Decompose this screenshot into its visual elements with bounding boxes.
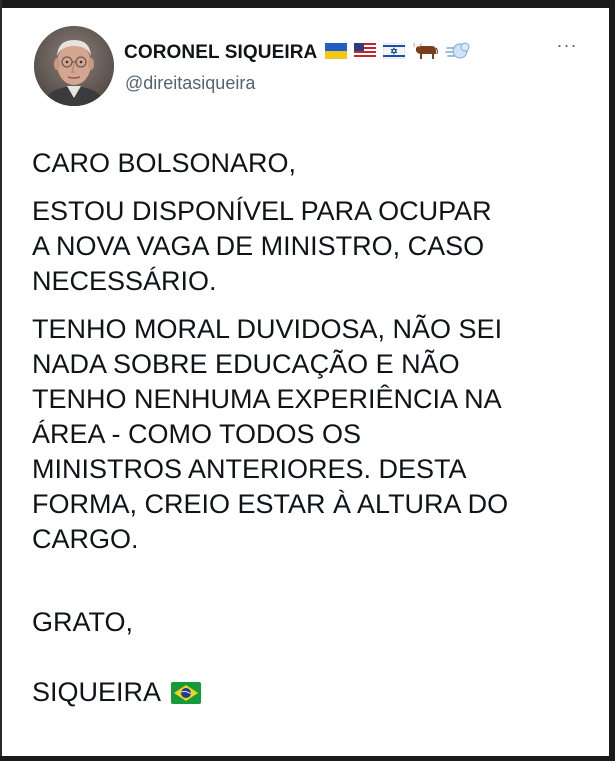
tweet-paragraph: TENHO MORAL DUVIDOSA, NÃO SEI NADA SOBRE… bbox=[32, 314, 509, 554]
tweet-text: CARO BOLSONARO, ESTOU DISPONÍVEL PARA OC… bbox=[32, 146, 592, 761]
screenshot-frame-right bbox=[609, 0, 615, 761]
avatar[interactable] bbox=[34, 26, 114, 106]
display-name[interactable]: CORONEL SIQUEIRA bbox=[124, 42, 317, 64]
ox-icon bbox=[412, 41, 439, 65]
more-options-button[interactable]: ··· bbox=[554, 36, 580, 60]
ukraine-flag-icon bbox=[325, 42, 348, 64]
user-handle[interactable]: @direitasiqueira bbox=[125, 73, 255, 94]
tweet-closing: GRATO, bbox=[32, 607, 134, 637]
dash-away-icon bbox=[445, 41, 471, 66]
israel-flag-icon bbox=[383, 42, 406, 64]
tweet-signature: SIQUEIRA bbox=[32, 677, 162, 707]
tweet-signature-line: SIQUEIRA bbox=[32, 675, 592, 713]
name-badges bbox=[325, 41, 471, 66]
brazil-flag-icon bbox=[171, 678, 202, 713]
name-row: CORONEL SIQUEIRA bbox=[124, 38, 471, 68]
screenshot-frame-top bbox=[0, 0, 615, 8]
tweet-closing-block: GRATO, SIQUEIRA bbox=[32, 570, 592, 748]
tweet-card: CORONEL SIQUEIRA ··· @direitasiqueira CA… bbox=[2, 8, 609, 756]
tweet-paragraph: CARO BOLSONARO, bbox=[32, 148, 297, 178]
tweet-paragraph: ESTOU DISPONÍVEL PARA OCUPAR A NOVA VAGA… bbox=[32, 196, 492, 296]
usa-flag-icon bbox=[354, 42, 377, 64]
